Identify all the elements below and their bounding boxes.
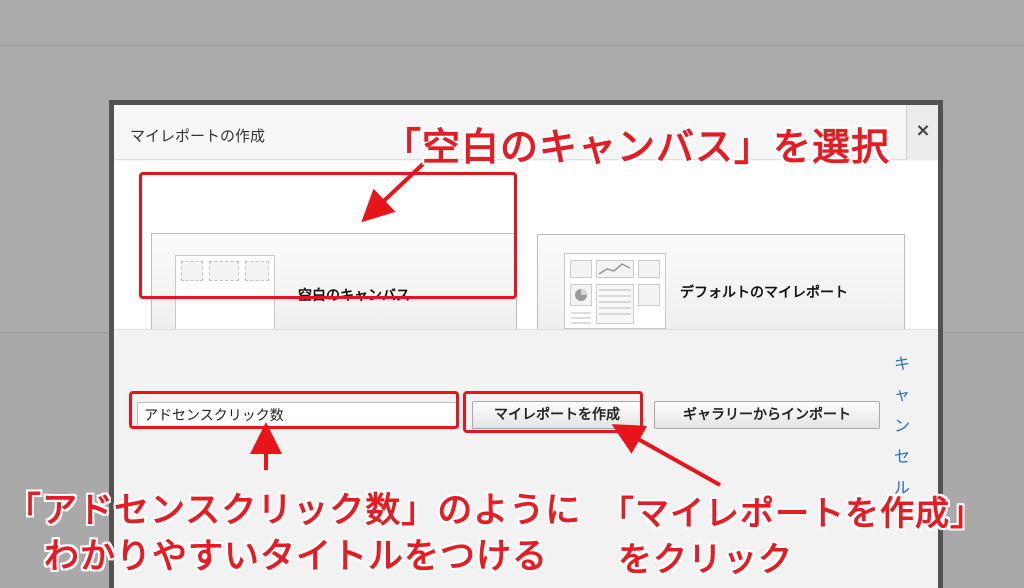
annotation-title-hint-2: わかりやすいタイトルをつける	[44, 537, 549, 577]
title-input-highlight	[129, 391, 459, 429]
close-icon[interactable]: ×	[907, 118, 939, 144]
background-divider	[0, 45, 1024, 46]
default-report-label: デフォルトのマイレポート	[680, 285, 848, 301]
cancel-link-char: ャ	[893, 385, 910, 404]
annotation-click-create-2: をクリック	[618, 540, 793, 580]
create-button-highlight	[463, 391, 643, 433]
dialog-title: マイレポートの作成	[130, 127, 266, 145]
annotation-click-create-1: 「マイレポートを作成」	[600, 494, 985, 534]
cancel-link-char: セ	[893, 447, 910, 466]
annotation-title-hint-1: 「アドセンスクリック数」のように	[6, 491, 582, 531]
cancel-link-char: キ	[893, 354, 910, 373]
close-area: ×	[906, 105, 938, 160]
blank-canvas-highlight	[139, 172, 517, 299]
cancel-link-char: ン	[893, 416, 910, 435]
annotation-select-blank: 「空白のキャンバス」を選択	[383, 125, 891, 169]
default-report-thumbnail-icon	[564, 253, 666, 329]
import-from-gallery-button[interactable]: ギャラリーからインポート	[654, 401, 880, 429]
cancel-link[interactable]: キ ャ ン セ ル	[890, 348, 914, 503]
